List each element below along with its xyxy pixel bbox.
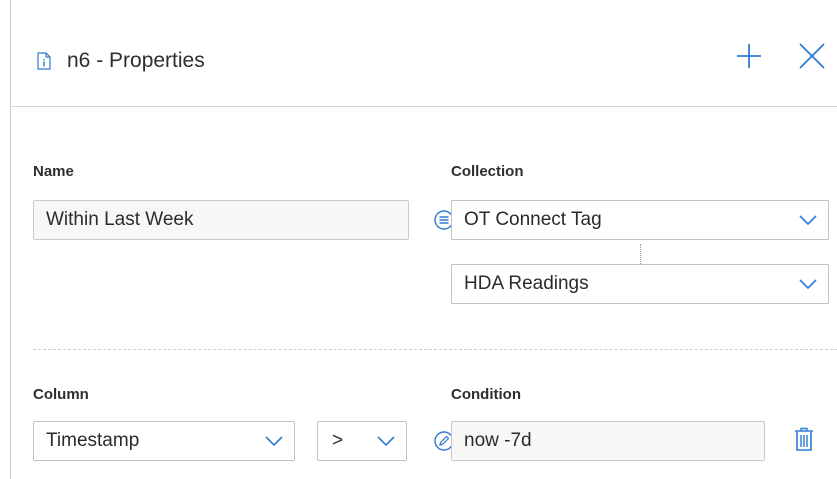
operator-select[interactable]: > [317, 421, 407, 461]
chevron-down-icon [265, 436, 283, 447]
chevron-down-icon [799, 279, 817, 290]
collection-secondary-select[interactable]: HDA Readings [451, 264, 829, 304]
name-value: Within Last Week [46, 209, 194, 230]
panel-header: n6 - Properties [11, 0, 837, 107]
name-label: Name [33, 163, 74, 180]
name-input[interactable]: Within Last Week [33, 200, 409, 240]
operator-value: > [332, 430, 344, 451]
condition-value: now -7d [464, 430, 532, 451]
chevron-down-icon [799, 215, 817, 226]
collection-label: Collection [451, 163, 524, 180]
plus-icon[interactable] [733, 40, 765, 72]
condition-label: Condition [451, 386, 521, 403]
chevron-down-icon [377, 436, 395, 447]
collection-select[interactable]: OT Connect Tag [451, 200, 829, 240]
column-label: Column [33, 386, 89, 403]
panel-title: n6 - Properties [67, 49, 205, 72]
collection-primary-value: OT Connect Tag [464, 209, 602, 230]
info-document-icon [37, 52, 51, 70]
column-select[interactable]: Timestamp [33, 421, 295, 461]
column-value: Timestamp [46, 430, 140, 451]
properties-panel: n6 - Properties Name Within Last Week Co… [10, 0, 837, 479]
trash-icon[interactable] [793, 426, 815, 452]
condition-input[interactable]: now -7d [451, 421, 765, 461]
section-divider [33, 349, 837, 350]
collection-connector-line [640, 244, 641, 264]
close-icon[interactable] [796, 40, 828, 72]
collection-secondary-value: HDA Readings [464, 273, 589, 294]
